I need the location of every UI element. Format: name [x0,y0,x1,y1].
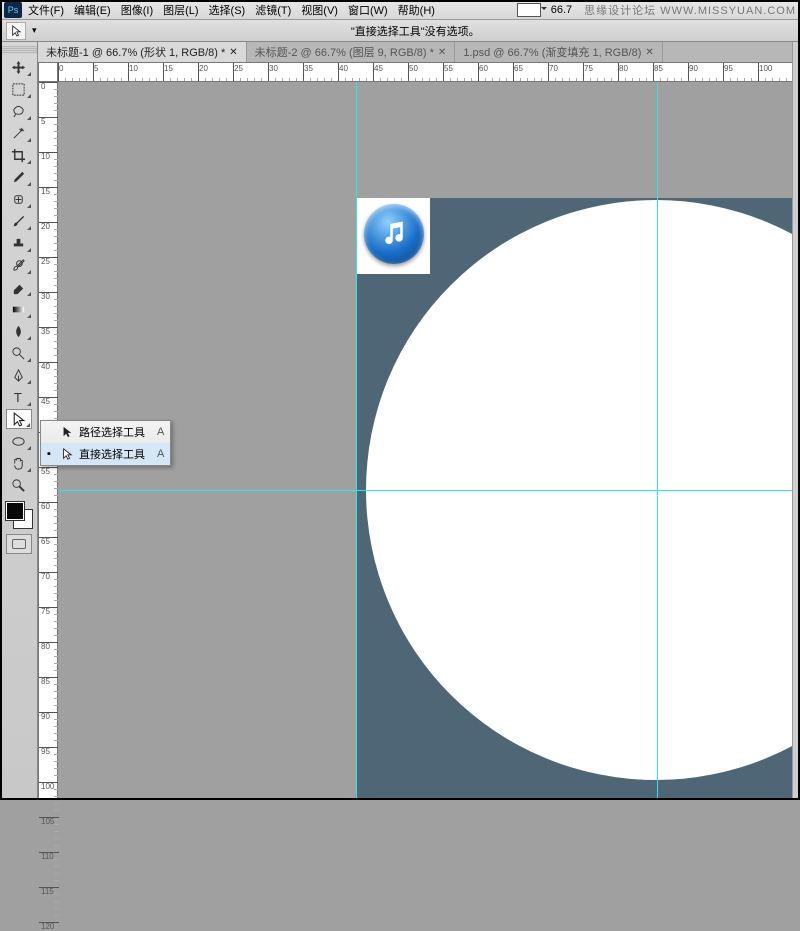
document-tabbar: 未标题-1 @ 66.7% (形状 1, RGB/8) * ✕ 未标题-2 @ 6… [38,42,800,62]
flyout-path-selection[interactable]: 路径选择工具 A [41,421,170,443]
zoom-readout: 66.7 [551,4,572,16]
current-tool-icon[interactable] [6,22,26,40]
close-icon[interactable]: ✕ [645,47,653,58]
guide-vertical[interactable] [356,82,357,800]
tab-doc-2[interactable]: 未标题-2 @ 66.7% (图层 9, RGB/8) * ✕ [247,42,456,62]
flyout-key: A [157,426,164,438]
eyedropper-tool[interactable] [6,167,32,187]
pen-tool[interactable] [6,365,32,385]
flyout-label: 路径选择工具 [79,424,145,440]
menu-image[interactable]: 图像(I) [121,2,153,18]
history-brush-tool[interactable] [6,255,32,275]
guide-horizontal[interactable] [58,490,800,491]
menu-window[interactable]: 窗口(W) [348,2,388,18]
ruler-corner[interactable] [38,62,58,82]
panel-dock[interactable] [792,42,800,800]
flyout-marker: ▪ [47,448,55,460]
lasso-tool[interactable] [6,101,32,121]
wand-tool[interactable] [6,123,32,143]
flyout-direct-selection[interactable]: ▪ 直接选择工具 A [41,443,170,465]
watermark-text: 思缘设计论坛 WWW.MISSYUAN.COM [584,2,796,18]
quickmask-toggle[interactable] [6,534,32,554]
flyout-key: A [157,448,164,460]
direct-select-icon [61,448,73,460]
move-tool[interactable] [6,57,32,77]
close-icon[interactable]: ✕ [438,47,446,58]
guide-vertical[interactable] [657,82,658,800]
close-icon[interactable]: ✕ [229,47,237,58]
app-logo: Ps [4,2,22,18]
menu-bar: Ps 文件(F) 编辑(E) 图像(I) 图层(L) 选择(S) 滤镜(T) 视… [0,0,800,20]
dodge-tool[interactable] [6,343,32,363]
menu-file[interactable]: 文件(F) [28,2,64,18]
foreground-color[interactable] [6,502,24,520]
toolbox: T [0,42,38,800]
path-select-icon [61,426,73,438]
marquee-tool[interactable] [6,79,32,99]
toolbox-handle[interactable] [0,46,37,54]
path-select-tool[interactable] [6,409,32,429]
options-bar: ▾ "直接选择工具"没有选项。 [0,20,800,42]
hand-tool[interactable] [6,453,32,473]
menu-help[interactable]: 帮助(H) [398,2,435,18]
menu-layer[interactable]: 图层(L) [163,2,198,18]
tab-doc-1[interactable]: 未标题-1 @ 66.7% (形状 1, RGB/8) * ✕ [38,42,247,62]
menu-view[interactable]: 视图(V) [301,2,338,18]
menu-edit[interactable]: 编辑(E) [74,2,111,18]
screen-mode-icon[interactable] [517,3,541,17]
options-message: "直接选择工具"没有选项。 [37,23,794,39]
color-swatches[interactable] [4,500,34,530]
tab-label: 未标题-1 @ 66.7% (形状 1, RGB/8) * [46,44,225,60]
zoom-tool[interactable] [6,475,32,495]
tool-flyout: 路径选择工具 A ▪ 直接选择工具 A [40,420,171,466]
itunes-icon [364,204,424,264]
menu-filter[interactable]: 滤镜(T) [255,2,291,18]
gradient-tool[interactable] [6,299,32,319]
type-tool[interactable]: T [6,387,32,407]
flyout-label: 直接选择工具 [79,446,145,462]
svg-text:T: T [14,390,22,405]
crop-tool[interactable] [6,145,32,165]
music-note-icon [379,219,409,249]
healing-tool[interactable] [6,189,32,209]
tab-label: 1.psd @ 66.7% (渐变填充 1, RGB/8) [463,44,641,60]
blur-tool[interactable] [6,321,32,341]
direct-select-icon [11,25,21,37]
tab-doc-3[interactable]: 1.psd @ 66.7% (渐变填充 1, RGB/8) ✕ [455,42,662,62]
tab-label: 未标题-2 @ 66.7% (图层 9, RGB/8) * [255,44,434,60]
stamp-tool[interactable] [6,233,32,253]
ruler-horizontal[interactable]: 0510152025303540455055606570758085909510… [58,62,800,82]
menu-select[interactable]: 选择(S) [209,2,246,18]
shape-tool[interactable] [6,431,32,451]
brush-tool[interactable] [6,211,32,231]
document[interactable] [356,198,800,800]
eraser-tool[interactable] [6,277,32,297]
